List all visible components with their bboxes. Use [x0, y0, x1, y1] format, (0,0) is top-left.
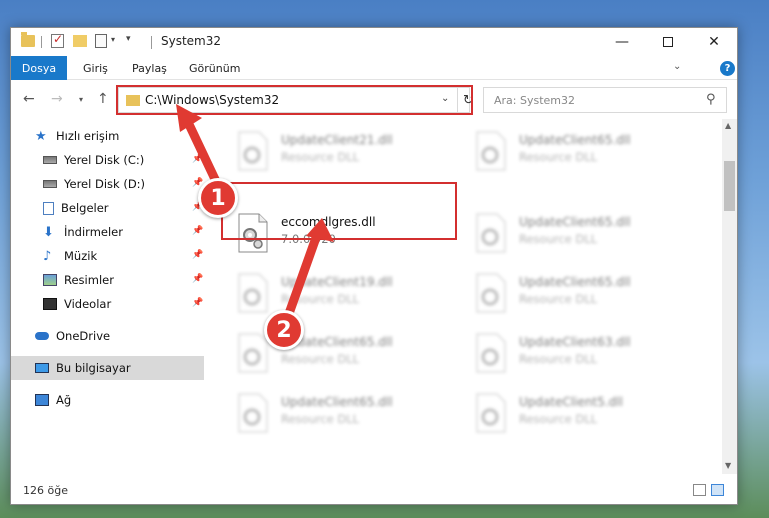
step-badge-1: 1: [198, 178, 238, 218]
annotation-arrows: [176, 104, 334, 327]
arrow-to-file: [281, 218, 334, 327]
step-badge-2: 2: [264, 310, 304, 350]
